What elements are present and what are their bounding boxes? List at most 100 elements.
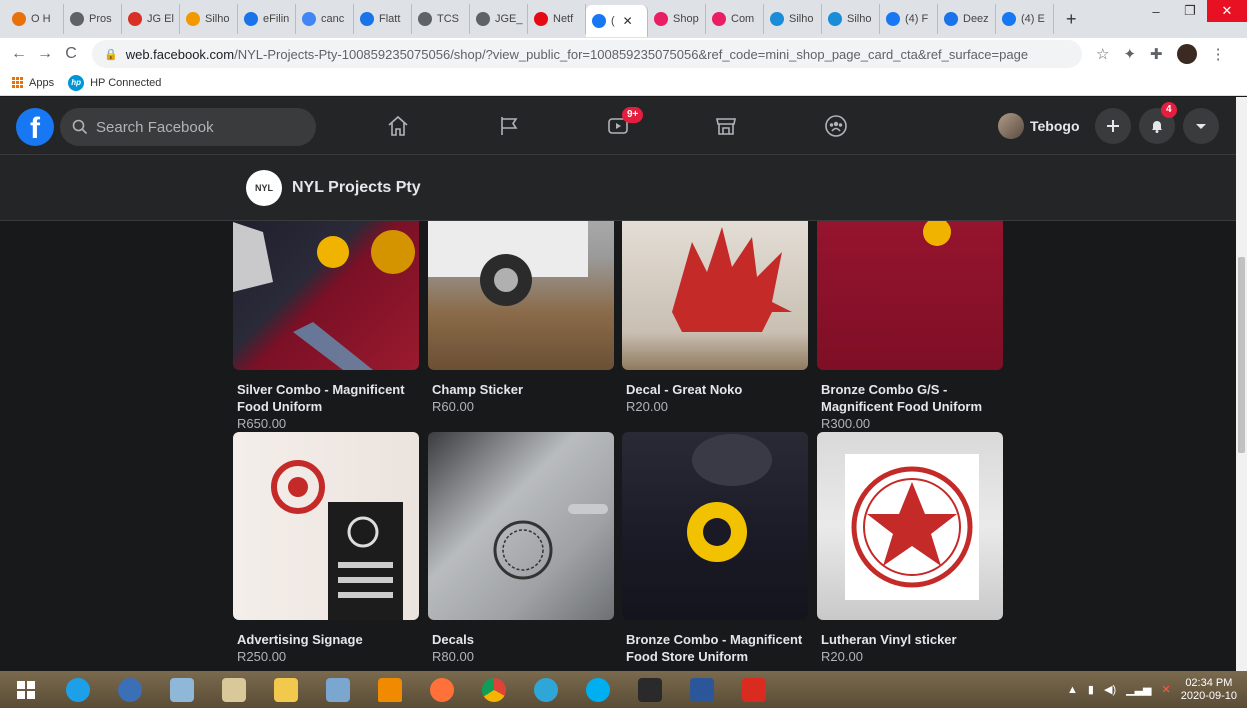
tab-favicon-icon	[592, 14, 606, 28]
tab-favicon-icon	[712, 12, 726, 26]
browser-tab[interactable]: Com	[706, 4, 764, 34]
battery-warning-icon[interactable]: ✕	[1162, 683, 1171, 696]
tab-label: JG El	[147, 13, 174, 25]
volume-icon[interactable]: ◀)	[1104, 683, 1116, 696]
profile-name: Tebogo	[1030, 118, 1080, 134]
facebook-logo-icon[interactable]: f	[16, 108, 54, 146]
internet-explorer-icon[interactable]	[52, 671, 104, 708]
watch-icon[interactable]: 9+	[598, 107, 644, 143]
browser-tab[interactable]: Shop	[648, 4, 706, 34]
product-image-car-decal	[428, 432, 614, 620]
product-card[interactable]: Decals R80.00	[428, 432, 614, 666]
extension-icon[interactable]: ✦	[1123, 45, 1136, 63]
browser-tab[interactable]: JG El	[122, 4, 180, 34]
hp-logo-icon: hp	[68, 74, 85, 91]
chrome-icon[interactable]	[468, 671, 520, 708]
show-hidden-icons-icon[interactable]: ▲	[1067, 684, 1078, 696]
product-card[interactable]: Silver Combo - Magnificent Food Uniform …	[233, 221, 419, 433]
tab-favicon-icon	[186, 12, 200, 26]
browser-tab[interactable]: Pros	[64, 4, 122, 34]
product-card[interactable]: Champ Sticker R60.00	[428, 221, 614, 416]
browser-tab[interactable]: Silho	[822, 4, 880, 34]
bookmark-star-icon[interactable]: ☆	[1096, 45, 1109, 63]
product-card[interactable]: Lutheran Vinyl sticker R20.00	[817, 432, 1003, 666]
avatar	[998, 113, 1024, 139]
close-window-button[interactable]: ✕	[1207, 0, 1247, 22]
word-icon[interactable]	[676, 671, 728, 708]
tab-favicon-icon	[360, 12, 374, 26]
acrobat-icon[interactable]	[728, 671, 780, 708]
clock[interactable]: 02:34 PM 2020-09-10	[1181, 677, 1237, 703]
account-menu-button[interactable]	[1183, 108, 1219, 144]
notifications-button[interactable]: 4	[1139, 102, 1177, 144]
close-tab-icon[interactable]: ✕	[623, 14, 633, 28]
tab-favicon-icon	[654, 12, 668, 26]
page-scrollbar[interactable]	[1236, 97, 1247, 671]
vlc-icon[interactable]	[364, 671, 416, 708]
page-name[interactable]: NYL Projects Pty	[292, 179, 421, 197]
browser-tab[interactable]: Netf	[528, 4, 586, 34]
browser-tab[interactable]: (4) F	[880, 4, 938, 34]
browser-tab[interactable]: O H	[6, 4, 64, 34]
forward-button[interactable]: →	[32, 45, 58, 63]
network-icon[interactable]: ▮	[1088, 683, 1094, 696]
keyboard-app-icon[interactable]	[312, 671, 364, 708]
bell-icon	[1152, 121, 1162, 133]
browser-tab[interactable]: eFilin	[238, 4, 296, 34]
marketplace-icon[interactable]	[706, 109, 746, 143]
product-title: Decal - Great Noko	[626, 382, 743, 397]
browser-tab[interactable]: (✕	[586, 5, 648, 37]
product-card[interactable]: Bronze Combo G/S - Magnificent Food Unif…	[817, 221, 1003, 433]
browser-tab[interactable]: TCS	[412, 4, 470, 34]
file-explorer-icon[interactable]	[260, 671, 312, 708]
profile-avatar[interactable]	[1176, 44, 1197, 64]
browser-tab[interactable]: Deez	[938, 4, 996, 34]
pages-flag-icon[interactable]	[489, 109, 529, 143]
menu-kebab-icon[interactable]: ⋮	[1211, 45, 1226, 63]
skype-icon[interactable]	[572, 671, 624, 708]
page-logo[interactable]: NYL	[246, 169, 282, 206]
tab-favicon-icon	[418, 12, 432, 26]
product-card[interactable]: Bronze Combo - Magnificent Food Store Un…	[622, 432, 808, 665]
bookmark-hp-connected[interactable]: hp HP Connected	[68, 74, 161, 91]
notepad-app-icon[interactable]	[156, 671, 208, 708]
product-price: R300.00	[821, 416, 871, 431]
infinity-app-icon[interactable]	[104, 671, 156, 708]
browser-tab[interactable]: (4) E	[996, 4, 1054, 34]
paint-app-icon[interactable]	[208, 671, 260, 708]
create-button[interactable]	[1095, 108, 1131, 144]
home-icon[interactable]	[378, 109, 418, 143]
product-image-tshirt-combo	[233, 221, 419, 370]
reload-button[interactable]: C	[58, 45, 84, 63]
puzzle-icon[interactable]: ✚	[1150, 45, 1163, 63]
product-card[interactable]: Decal - Great Noko R20.00	[622, 221, 808, 416]
restore-button[interactable]: ❐	[1173, 0, 1207, 22]
scrollbar-thumb[interactable]	[1238, 257, 1245, 453]
bookmark-apps[interactable]: Apps	[12, 77, 54, 89]
back-button[interactable]: ←	[6, 45, 32, 63]
minimize-button[interactable]: –	[1139, 0, 1173, 22]
start-button[interactable]	[0, 671, 52, 708]
browser-tab[interactable]: JGE_	[470, 4, 528, 34]
bookmarks-bar: Apps hp HP Connected	[0, 70, 1247, 96]
browser-tab[interactable]: Flatt	[354, 4, 412, 34]
search-box[interactable]	[60, 108, 316, 146]
new-tab-button[interactable]: +	[1066, 9, 1086, 30]
url-field[interactable]: 🔒 web.facebook.com/NYL-Projects-Pty-1008…	[92, 40, 1082, 68]
profile-chip[interactable]: Tebogo	[998, 113, 1080, 139]
groups-icon[interactable]	[816, 109, 856, 143]
url-host: web.facebook.com	[125, 46, 235, 62]
search-input[interactable]	[96, 118, 296, 136]
media-app-icon[interactable]	[624, 671, 676, 708]
bookmark-label: Apps	[29, 76, 55, 89]
product-card[interactable]: Advertising Signage R250.00	[233, 432, 419, 666]
tab-label: Silho	[847, 13, 872, 25]
edge-icon[interactable]	[520, 671, 572, 708]
browser-tab[interactable]: Silho	[180, 4, 238, 34]
browser-tab[interactable]: canc	[296, 4, 354, 34]
browser-tab[interactable]: Silho	[764, 4, 822, 34]
tab-favicon-icon	[12, 12, 26, 26]
product-image-porcupine-decal	[622, 221, 808, 370]
firefox-icon[interactable]	[416, 671, 468, 708]
signal-icon[interactable]: ▁▃▅	[1126, 683, 1151, 696]
